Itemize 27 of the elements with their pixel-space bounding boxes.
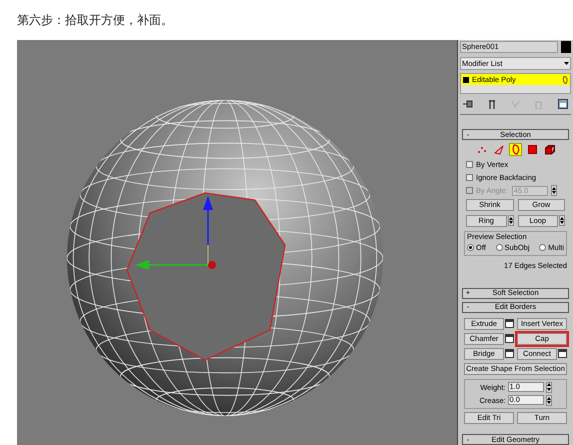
border-mode-icon[interactable]: [509, 143, 522, 156]
settings-icon[interactable]: [505, 334, 514, 343]
object-color-swatch[interactable]: [561, 41, 571, 53]
checkbox[interactable]: [466, 174, 473, 181]
radio-button[interactable]: [496, 244, 502, 252]
checkbox[interactable]: [466, 161, 473, 168]
pin-icon[interactable]: [463, 100, 473, 108]
spinner-icon[interactable]: [546, 394, 552, 406]
element-mode-icon[interactable]: [543, 143, 556, 156]
settings-icon[interactable]: [558, 349, 567, 358]
radio-button[interactable]: [467, 244, 474, 252]
expand-icon[interactable]: [463, 76, 469, 82]
caret-icon: [564, 62, 569, 65]
settings-icon[interactable]: [505, 349, 514, 358]
step-caption: 第六步：拾取开方便，补面。: [17, 12, 173, 29]
show-result-icon[interactable]: [488, 100, 495, 109]
radio-button[interactable]: [539, 244, 546, 252]
transform-gizmo-icon: [135, 196, 216, 270]
configure-icon[interactable]: [558, 99, 568, 110]
edge-mode-icon[interactable]: [492, 143, 505, 156]
spinner-icon[interactable]: [546, 382, 552, 393]
spinner-icon[interactable]: [508, 215, 514, 226]
polygon-mode-icon[interactable]: [526, 143, 539, 156]
spinner-icon[interactable]: [559, 215, 565, 226]
border-mode-icon: [562, 76, 568, 84]
spinner-icon[interactable]: [550, 185, 557, 196]
settings-icon[interactable]: [505, 319, 514, 328]
